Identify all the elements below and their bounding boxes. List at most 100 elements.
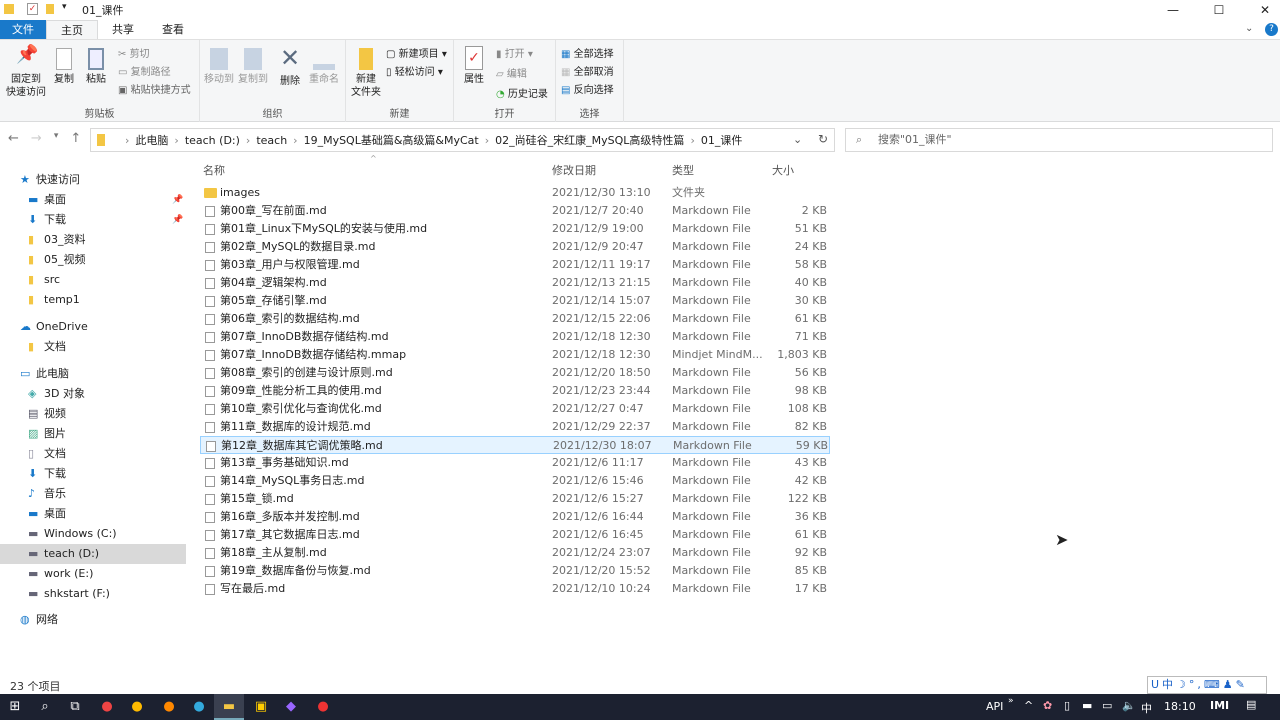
search-icon[interactable]: ⌕ <box>30 694 60 720</box>
app-icon[interactable]: ▣ <box>246 694 276 720</box>
file-row[interactable]: 第01章_Linux下MySQL的安装与使用.md 2021/12/9 19:00… <box>200 220 830 238</box>
file-row[interactable]: 第00章_写在前面.md 2021/12/7 20:40 Markdown File… <box>200 202 830 220</box>
sidebar-item[interactable]: ▤ 视频 <box>0 404 186 424</box>
help-icon[interactable]: ? <box>1265 23 1278 36</box>
copy-button[interactable]: 复制 <box>50 48 78 86</box>
chrome-alt-icon[interactable]: ● <box>122 694 152 720</box>
usb-icon[interactable]: ▯ <box>1064 699 1070 712</box>
tab-view[interactable]: 查看 <box>148 20 198 39</box>
breadcrumb-item[interactable]: 19_MySQL基础篇&高级篇&MyCat <box>304 134 479 147</box>
sidebar-item[interactable]: ◈ 3D 对象 <box>0 384 186 404</box>
close-button[interactable]: ✕ <box>1242 0 1280 20</box>
column-size[interactable]: 大小 <box>772 162 794 178</box>
paste-shortcut-button[interactable]: ▣ 粘贴快捷方式 <box>118 81 191 96</box>
file-row[interactable]: 第02章_MySQL的数据目录.md 2021/12/9 20:47 Markdow… <box>200 238 830 256</box>
file-row[interactable]: 第07章_InnoDB数据存储结构.mmap 2021/12/18 12:30 Mi… <box>200 346 830 364</box>
edge-icon[interactable]: ● <box>184 694 214 720</box>
sidebar-item[interactable]: ▮ 03_资料 <box>0 230 186 250</box>
breadcrumb-item[interactable]: teach (D:) <box>185 134 240 147</box>
open-button[interactable]: ▮ 打开 ▾ <box>496 45 533 60</box>
file-row[interactable]: 第18章_主从复制.md 2021/12/24 23:07 Markdown Fil… <box>200 544 830 562</box>
move-to-button[interactable]: 移动到 <box>202 48 236 86</box>
ribbon-expand-icon[interactable]: ⌄ <box>1245 23 1253 34</box>
breadcrumb-separator-icon[interactable]: › <box>485 134 489 147</box>
clock[interactable]: 18:10 <box>1164 700 1196 713</box>
sidebar-item[interactable]: ⬇ 下载 📌 <box>0 210 186 230</box>
sidebar-item[interactable]: ▮ 05_视频 <box>0 250 186 270</box>
breadcrumb-separator-icon[interactable]: › <box>246 134 250 147</box>
file-row[interactable]: 第19章_数据库备份与恢复.md 2021/12/20 15:52 Markdown… <box>200 562 830 580</box>
qat-dropdown-icon[interactable]: ▾ <box>62 2 67 12</box>
file-row[interactable]: 第15章_锁.md 2021/12/6 15:27 Markdown File 122… <box>200 490 830 508</box>
breadcrumb-item[interactable]: teach <box>256 134 287 147</box>
back-icon[interactable]: ← <box>8 131 19 146</box>
file-explorer-icon[interactable]: ▬ <box>214 694 244 720</box>
breadcrumb-item[interactable]: 01_课件 <box>701 134 743 147</box>
file-row[interactable]: 第09章_性能分析工具的使用.md 2021/12/23 23:44 Markdow… <box>200 382 830 400</box>
column-date[interactable]: 修改日期 <box>552 162 596 178</box>
overflow-icon[interactable]: » <box>1008 696 1014 706</box>
invert-selection-button[interactable]: ▤ 反向选择 <box>561 81 614 96</box>
new-folder-button[interactable]: 新建 文件夹 <box>350 48 382 99</box>
notification-icon[interactable]: ▤ <box>1246 698 1256 711</box>
api-label[interactable]: API <box>986 700 1003 713</box>
refresh-icon[interactable]: ↻ <box>818 132 828 146</box>
sidebar-item[interactable]: ★ 快速访问 <box>0 170 186 190</box>
sidebar-item[interactable]: ▨ 图片 <box>0 424 186 444</box>
sidebar-item[interactable]: ♪ 音乐 <box>0 484 186 504</box>
sidebar-item[interactable]: ▬ teach (D:) <box>0 544 186 564</box>
file-row[interactable]: 第05章_存储引擎.md 2021/12/14 15:07 Markdown Fil… <box>200 292 830 310</box>
breadcrumb-separator-icon[interactable]: › <box>125 134 129 147</box>
task-view-icon[interactable]: ⧉ <box>60 694 90 720</box>
sidebar-item[interactable]: ⬇ 下载 <box>0 464 186 484</box>
new-folder-quick-icon[interactable] <box>46 4 54 14</box>
properties-button[interactable]: ✓ 属性 <box>460 46 488 86</box>
visual-studio-icon[interactable]: ◆ <box>276 694 306 720</box>
select-all-button[interactable]: ▦ 全部选择 <box>561 45 614 60</box>
breadcrumb-separator-icon[interactable]: › <box>293 134 297 147</box>
file-row[interactable]: 第13章_事务基础知识.md 2021/12/6 11:17 Markdown Fi… <box>200 454 830 472</box>
column-name[interactable]: 名称 <box>203 162 225 178</box>
breadcrumb-separator-icon[interactable]: › <box>690 134 694 147</box>
breadcrumb-item[interactable]: 此电脑 <box>135 134 168 147</box>
tab-file[interactable]: 文件 <box>0 20 46 39</box>
firefox-icon[interactable]: ● <box>154 694 184 720</box>
history-button[interactable]: ◔ 历史记录 <box>496 85 548 100</box>
up-icon[interactable]: ↑ <box>70 131 81 146</box>
tray-up-icon[interactable]: ^ <box>1024 699 1033 712</box>
copy-to-button[interactable]: 复制到 <box>236 48 270 86</box>
sidebar-item[interactable]: ▬ Windows (C:) <box>0 524 186 544</box>
copy-path-button[interactable]: ▭ 复制路径 <box>118 63 171 78</box>
file-row[interactable]: images 2021/12/30 13:10 文件夹 <box>200 184 830 202</box>
sidebar-item[interactable]: ▬ 桌面 <box>0 504 186 524</box>
file-row[interactable]: 第06章_索引的数据结构.md 2021/12/15 22:06 Markdown … <box>200 310 830 328</box>
properties-quick-icon[interactable]: ✓ <box>27 3 38 15</box>
breadcrumb-separator-icon[interactable]: › <box>174 134 178 147</box>
sidebar-item[interactable]: ◍ 网络 <box>0 610 186 630</box>
paste-button[interactable]: 粘贴 <box>82 48 110 86</box>
ime-indicator[interactable]: 中 <box>1141 700 1152 716</box>
tab-share[interactable]: 共享 <box>98 20 148 39</box>
sidebar-item[interactable]: ☁ OneDrive <box>0 317 186 337</box>
start-icon[interactable]: ⊞ <box>0 694 30 720</box>
file-row[interactable]: 第08章_索引的创建与设计原则.md 2021/12/20 18:50 Markdo… <box>200 364 830 382</box>
sidebar-item[interactable]: ▮ temp1 <box>0 290 186 310</box>
edit-button[interactable]: ▱ 编辑 <box>496 65 527 80</box>
battery-icon[interactable]: ▬ <box>1082 699 1092 712</box>
file-row[interactable]: 第11章_数据库的设计规范.md 2021/12/29 22:37 Markdown… <box>200 418 830 436</box>
network-icon[interactable]: ▭ <box>1102 699 1112 712</box>
tray-m-icon[interactable]: IMI <box>1210 699 1229 712</box>
maximize-button[interactable]: ☐ <box>1196 0 1242 20</box>
minimize-button[interactable]: — <box>1150 0 1196 20</box>
sidebar-item[interactable]: ▬ shkstart (F:) <box>0 584 186 604</box>
file-row[interactable]: 写在最后.md 2021/12/10 10:24 Markdown File 17 K… <box>200 580 830 598</box>
sidebar-item[interactable]: ▮ 文档 <box>0 337 186 357</box>
column-type[interactable]: 类型 <box>672 162 694 178</box>
sidebar-item[interactable]: ▯ 文档 <box>0 444 186 464</box>
file-row[interactable]: 第14章_MySQL事务日志.md 2021/12/6 15:46 Markdown… <box>200 472 830 490</box>
file-row[interactable]: 第03章_用户与权限管理.md 2021/12/11 19:17 Markdown … <box>200 256 830 274</box>
address-bar[interactable]: › 此电脑 › teach (D:) › teach › 19_MySQL基础篇&高级篇&My… <box>90 128 835 152</box>
ime-toolbar[interactable]: U中☽°,⌨♟✎ <box>1147 676 1267 694</box>
search-input[interactable]: ⌕ 搜索"01_课件" <box>845 128 1273 152</box>
new-item-button[interactable]: ▢ 新建项目 ▾ <box>386 45 447 60</box>
